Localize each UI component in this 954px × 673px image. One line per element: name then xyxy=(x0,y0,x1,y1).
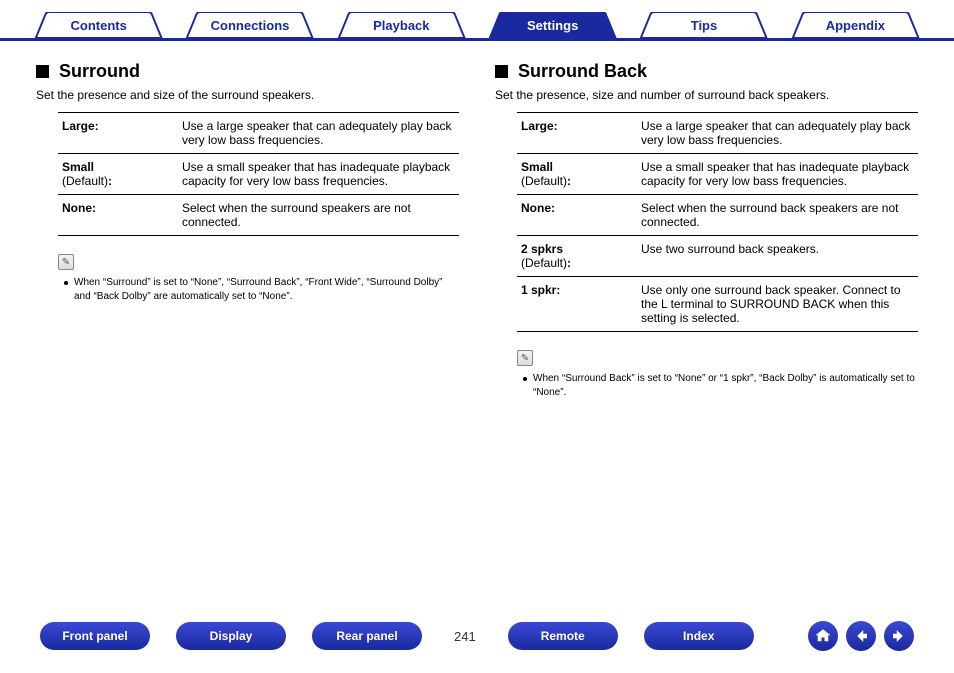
table-row: 1 spkr: Use only one surround back speak… xyxy=(517,277,918,332)
setting-value: Select when the surround back speakers a… xyxy=(637,195,918,236)
tab-tips[interactable]: Tips xyxy=(629,12,778,38)
front-panel-button[interactable]: Front panel xyxy=(40,622,150,650)
section-marker-icon xyxy=(36,65,49,78)
setting-key: Large: xyxy=(58,113,178,154)
footer-nav: Front panel Display Rear panel 241 Remot… xyxy=(0,621,954,651)
tab-settings[interactable]: Settings xyxy=(478,12,627,38)
setting-key: None: xyxy=(517,195,637,236)
section-desc: Set the presence and size of the surroun… xyxy=(36,88,459,102)
setting-key: 2 spkrs (Default): xyxy=(517,236,637,277)
setting-key: Small (Default): xyxy=(58,154,178,195)
table-row: None: Select when the surround back spea… xyxy=(517,195,918,236)
tab-playback[interactable]: Playback xyxy=(327,12,476,38)
settings-table: Large: Use a large speaker that can adeq… xyxy=(58,112,459,236)
setting-key: Large: xyxy=(517,113,637,154)
next-icon[interactable] xyxy=(884,621,914,651)
setting-value: Select when the surround speakers are no… xyxy=(178,195,459,236)
tab-label: Playback xyxy=(327,12,476,38)
setting-value: Use a small speaker that has inadequate … xyxy=(178,154,459,195)
pencil-icon: ✎ xyxy=(517,350,533,366)
setting-value: Use a large speaker that can adequately … xyxy=(637,113,918,154)
table-row: 2 spkrs (Default): Use two surround back… xyxy=(517,236,918,277)
top-nav: Contents Connections Playback Settings T… xyxy=(0,0,954,41)
settings-table: Large: Use a large speaker that can adeq… xyxy=(517,112,918,332)
section-desc: Set the presence, size and number of sur… xyxy=(495,88,918,102)
section-title: Surround xyxy=(59,61,140,82)
tab-label: Connections xyxy=(175,12,324,38)
tab-label: Tips xyxy=(629,12,778,38)
table-row: Small (Default): Use a small speaker tha… xyxy=(58,154,459,195)
home-icon[interactable] xyxy=(808,621,838,651)
prev-icon[interactable] xyxy=(846,621,876,651)
setting-key: 1 spkr: xyxy=(517,277,637,332)
setting-key: None: xyxy=(58,195,178,236)
display-button[interactable]: Display xyxy=(176,622,286,650)
note-text: When “Surround Back” is set to “None” or… xyxy=(523,372,918,400)
tab-contents[interactable]: Contents xyxy=(24,12,173,38)
table-row: Large: Use a large speaker that can adeq… xyxy=(517,113,918,154)
setting-value: Use a large speaker that can adequately … xyxy=(178,113,459,154)
note: ✎ When “Surround Back” is set to “None” … xyxy=(517,350,918,400)
setting-value: Use two surround back speakers. xyxy=(637,236,918,277)
setting-value: Use only one surround back speaker. Conn… xyxy=(637,277,918,332)
table-row: None: Select when the surround speakers … xyxy=(58,195,459,236)
table-row: Large: Use a large speaker that can adeq… xyxy=(58,113,459,154)
tab-label: Contents xyxy=(24,12,173,38)
section-marker-icon xyxy=(495,65,508,78)
pencil-icon: ✎ xyxy=(58,254,74,270)
remote-button[interactable]: Remote xyxy=(508,622,618,650)
setting-value: Use a small speaker that has inadequate … xyxy=(637,154,918,195)
tab-label: Settings xyxy=(478,12,627,38)
tab-label: Appendix xyxy=(781,12,930,38)
content: Surround Set the presence and size of th… xyxy=(0,41,954,400)
section-title: Surround Back xyxy=(518,61,647,82)
page-number: 241 xyxy=(454,629,476,644)
section-surround-back: Surround Back Set the presence, size and… xyxy=(495,61,918,400)
tab-appendix[interactable]: Appendix xyxy=(781,12,930,38)
tab-connections[interactable]: Connections xyxy=(175,12,324,38)
table-row: Small (Default): Use a small speaker tha… xyxy=(517,154,918,195)
index-button[interactable]: Index xyxy=(644,622,754,650)
setting-key: Small (Default): xyxy=(517,154,637,195)
section-surround: Surround Set the presence and size of th… xyxy=(36,61,459,400)
note: ✎ When “Surround” is set to “None”, “Sur… xyxy=(58,254,459,304)
note-text: When “Surround” is set to “None”, “Surro… xyxy=(64,276,459,304)
rear-panel-button[interactable]: Rear panel xyxy=(312,622,422,650)
